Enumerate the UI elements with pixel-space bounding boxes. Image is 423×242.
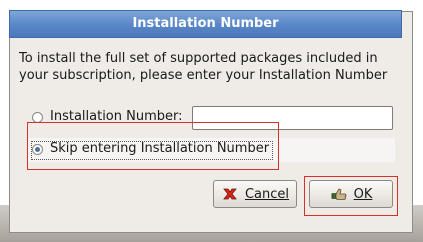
installation-number-radio[interactable] (32, 112, 43, 123)
dialog-message: To install the full set of supported pac… (19, 51, 388, 83)
ok-button[interactable]: OK (309, 180, 393, 208)
dialog-title: Installation Number (9, 10, 402, 38)
ok-hand-icon (331, 188, 347, 200)
installation-number-label: Installation Number: (50, 109, 183, 124)
skip-radio[interactable] (32, 144, 43, 155)
installation-number-input[interactable] (192, 106, 393, 130)
cancel-label: Cancel (244, 186, 290, 202)
cancel-x-icon (223, 188, 237, 200)
cancel-button[interactable]: Cancel (213, 180, 297, 208)
skip-label: Skip entering Installation Number (50, 141, 270, 156)
radio-selected-dot (35, 147, 40, 152)
ok-label: OK (353, 186, 373, 202)
